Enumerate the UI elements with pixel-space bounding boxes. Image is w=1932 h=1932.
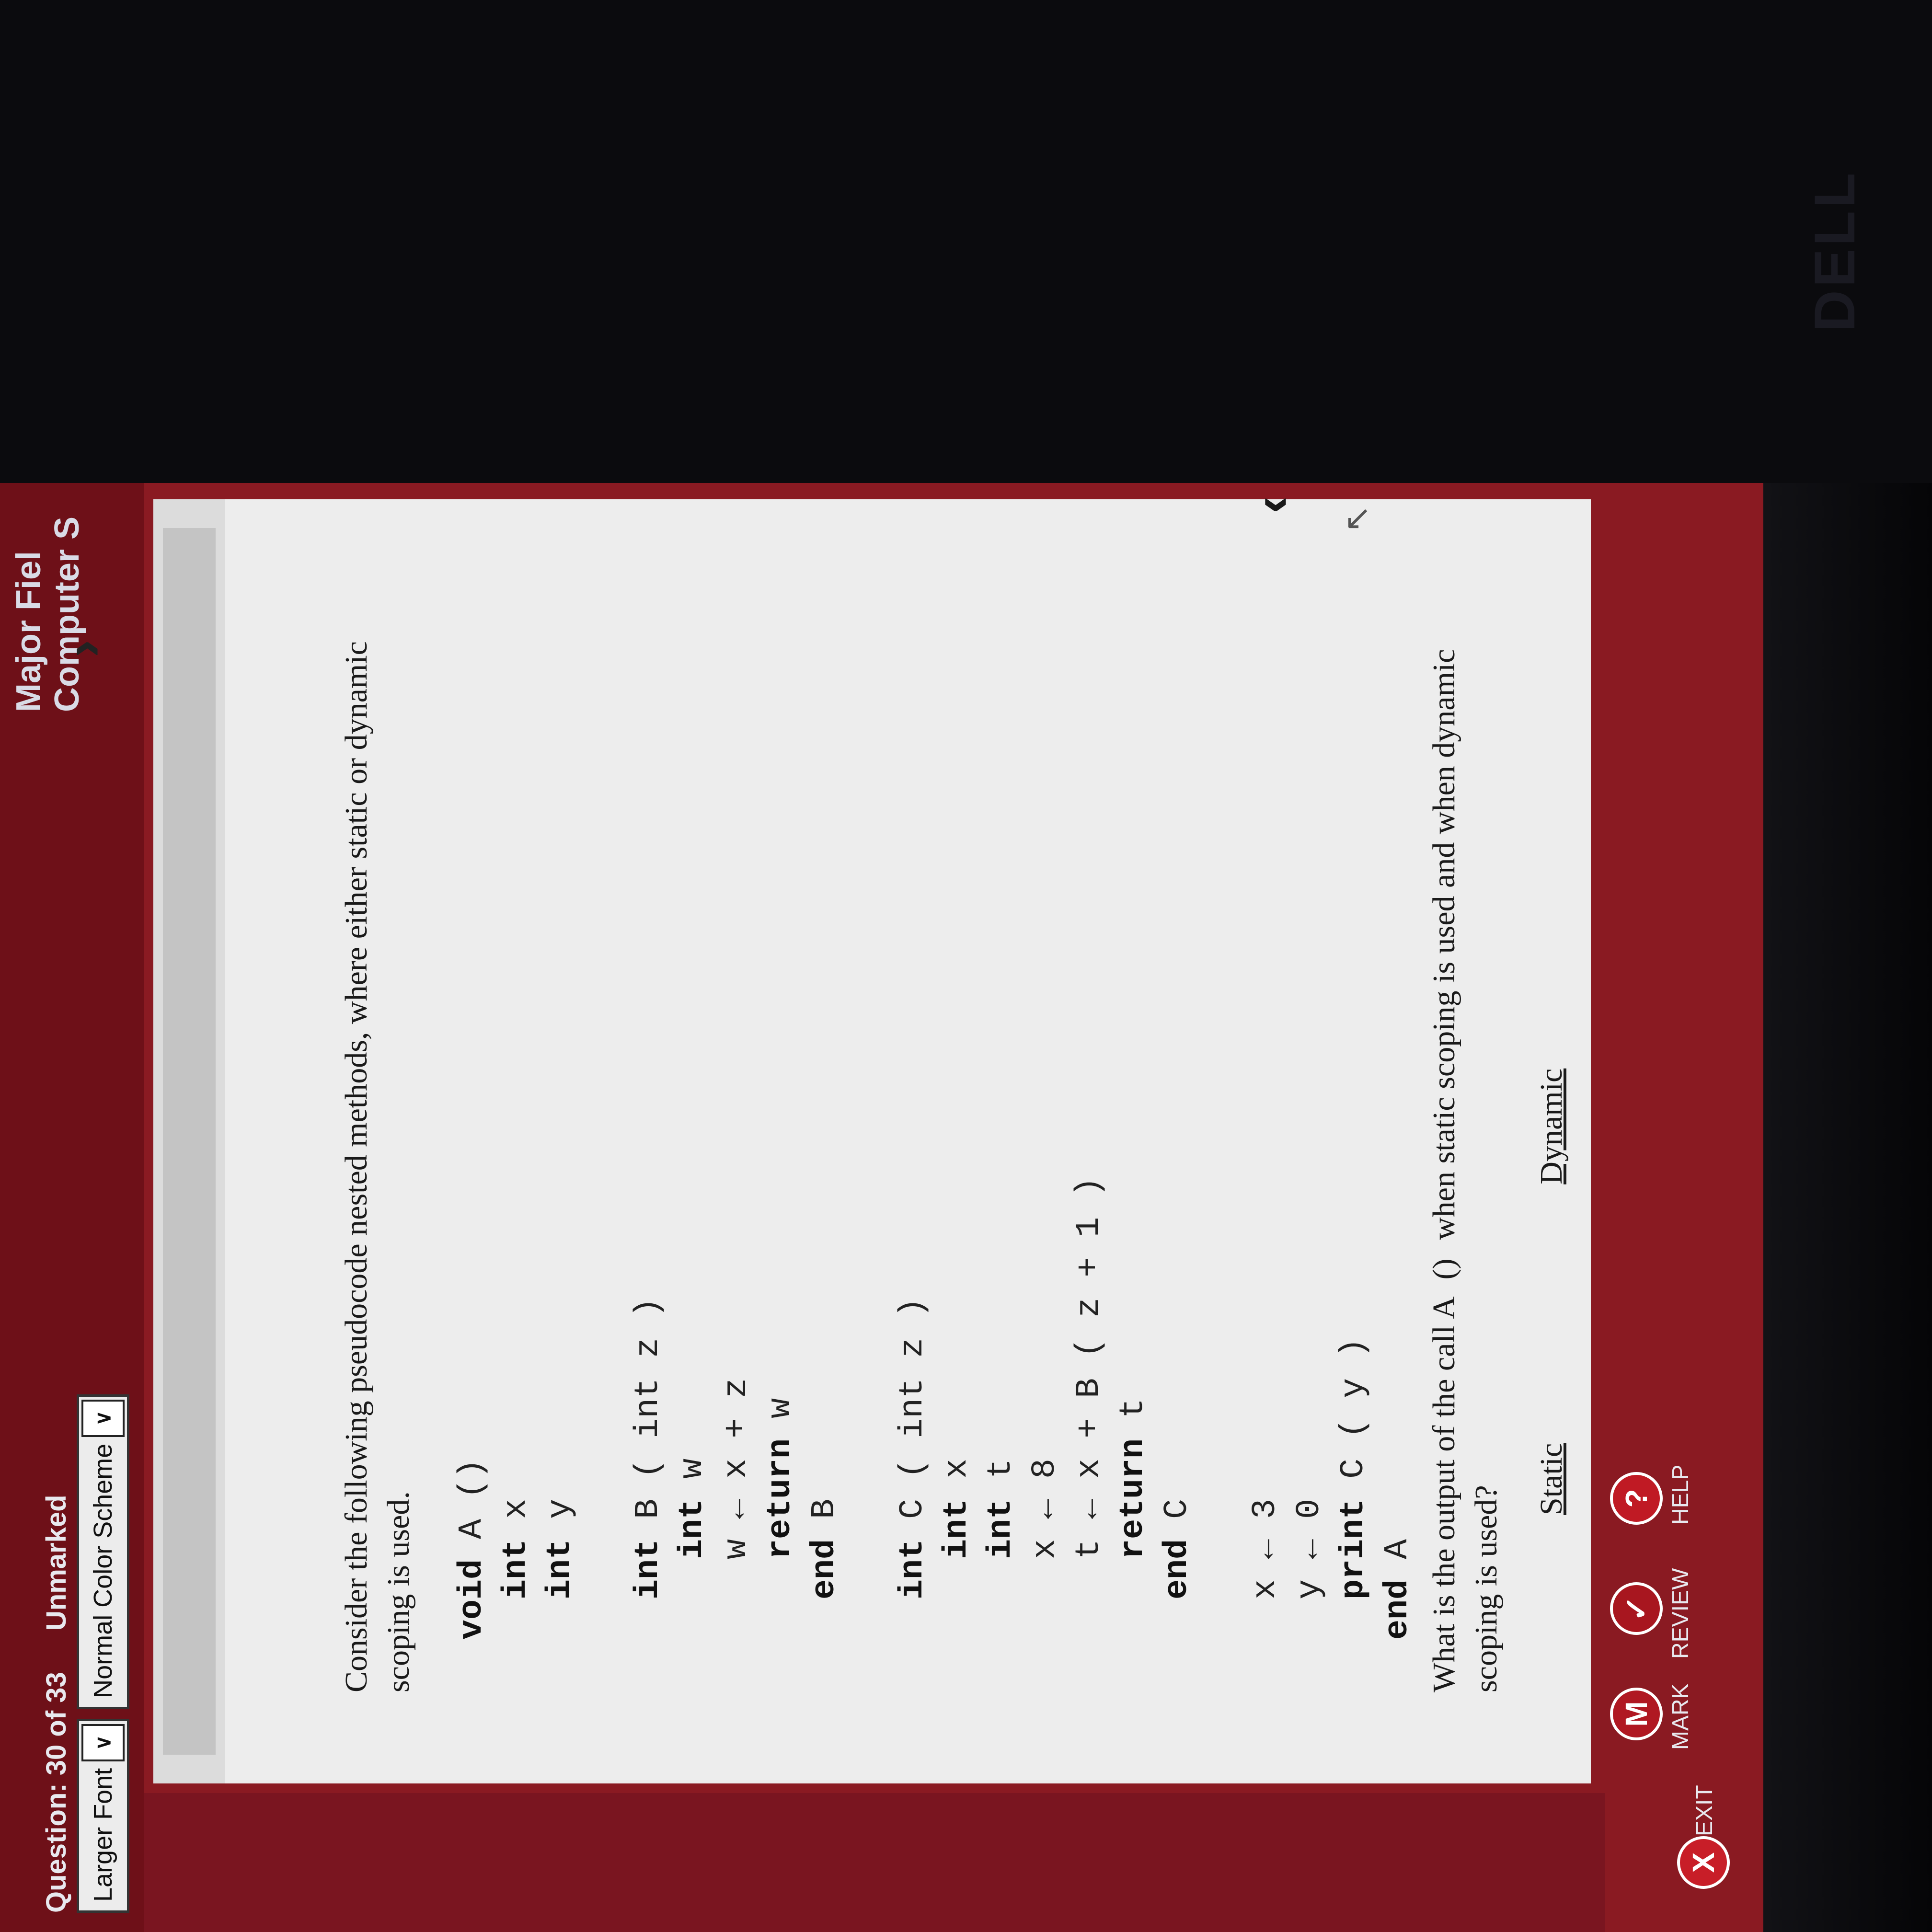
previous-question-button[interactable]: ‹: [1241, 496, 1302, 514]
mark-status: Unmarked: [41, 1495, 72, 1631]
code-line: int w: [671, 1177, 715, 1640]
code-text: C: [1159, 1498, 1196, 1539]
code-line: end A: [1376, 1177, 1420, 1640]
code-text: x: [938, 1458, 976, 1499]
code-line: return t: [1112, 1177, 1156, 1640]
code-keyword: void: [453, 1559, 491, 1640]
code-keyword: end: [1379, 1579, 1417, 1640]
review-label: REVIEW: [1668, 1568, 1693, 1659]
code-line: int C ( int z ): [891, 1177, 935, 1640]
code-text: y: [541, 1498, 579, 1539]
code-keyword: return: [762, 1438, 800, 1640]
monitor-bezel: DELL: [1763, 170, 1932, 1932]
prompt-part1: What is the output of the call A: [1426, 1298, 1461, 1692]
mouse-cursor-icon: ↖: [1338, 505, 1375, 533]
review-button[interactable]: ✓: [1610, 1582, 1663, 1635]
code-line: int y: [539, 1177, 583, 1640]
exit-label: EXIT: [1692, 1785, 1717, 1836]
code-text: y ← 0: [1291, 1498, 1329, 1640]
exam-title-line2: Computer S: [48, 517, 86, 713]
help-label: HELP: [1668, 1464, 1693, 1525]
static-column-header: Static: [1534, 1443, 1569, 1515]
code-keyword: int: [982, 1498, 1020, 1640]
code-line: t ← x + B ( z + 1 ): [1068, 1177, 1112, 1640]
code-line: void A (): [450, 1177, 494, 1640]
header-bar: Question: 30 of 33 Unmarked Major Fiel C…: [0, 483, 144, 1932]
answer-columns: Static Dynamic: [1533, 1069, 1570, 1515]
code-keyword: print: [1335, 1498, 1373, 1640]
code-line: print C ( y ): [1332, 1177, 1376, 1640]
question-counter: Question: 30 of 33: [41, 1672, 72, 1913]
mark-button[interactable]: M: [1610, 1688, 1663, 1740]
question-prompt: What is the output of the call A () when…: [1423, 590, 1507, 1692]
code-line: int x: [935, 1177, 979, 1640]
code-text: A (): [453, 1458, 491, 1559]
code-text: x ← 3: [1247, 1498, 1285, 1640]
larger-font-dropdown[interactable]: Larger Font ∨: [77, 1718, 129, 1913]
chevron-down-icon[interactable]: ∨: [81, 1399, 125, 1437]
code-keyword: int: [630, 1539, 667, 1640]
code-text: C ( int z ): [894, 1297, 932, 1539]
code-text: t: [982, 1458, 1020, 1499]
exam-title: Major Fiel Computer S: [10, 517, 86, 712]
code-keyword: return: [1115, 1438, 1152, 1640]
code-line: w ← x + z: [715, 1177, 759, 1640]
code-line: y ← 0: [1288, 1177, 1332, 1640]
code-line: x ← 3: [1244, 1177, 1288, 1640]
exit-button[interactable]: X: [1677, 1836, 1730, 1889]
question-status: Question: 30 of 33 Unmarked: [40, 1461, 72, 1913]
code-text: C ( y ): [1335, 1337, 1373, 1499]
code-keyword: int: [674, 1498, 712, 1640]
next-question-button[interactable]: ›: [53, 640, 114, 657]
code-line: int x: [494, 1177, 539, 1640]
monitor-logo: DELL: [1803, 170, 1867, 332]
dynamic-column-header: Dynamic: [1534, 1068, 1569, 1184]
code-line: int B ( int z ): [627, 1177, 671, 1640]
code-keyword: end: [806, 1539, 844, 1640]
horizontal-scrollbar[interactable]: [153, 499, 225, 1783]
larger-font-label: Larger Font: [89, 1768, 117, 1902]
exam-title-line1: Major Fiel: [10, 551, 48, 713]
scrollbar-thumb[interactable]: [163, 528, 216, 1755]
monitor-view: Question: 30 of 33 Unmarked Major Fiel C…: [0, 170, 1932, 1932]
code-line: end B: [803, 1177, 847, 1640]
code-keyword: int: [938, 1498, 976, 1640]
code-keyword: int: [894, 1539, 932, 1640]
code-text: w: [674, 1458, 712, 1499]
code-keyword: end: [1159, 1539, 1196, 1640]
help-button[interactable]: ?: [1610, 1472, 1663, 1525]
code-text: t ← x + B ( z + 1 ): [1070, 1176, 1108, 1640]
chevron-down-icon[interactable]: ∨: [81, 1724, 125, 1761]
toolbar: Larger Font ∨ Normal Color Scheme ∨: [77, 1394, 129, 1913]
code-keyword: int: [541, 1539, 579, 1640]
mark-label: MARK: [1668, 1683, 1693, 1750]
code-line: int t: [979, 1177, 1024, 1640]
code-text: x: [497, 1498, 535, 1539]
question-panel: Consider the following pseudocode nested…: [153, 499, 1591, 1783]
code-text: x ← 8: [1026, 1458, 1064, 1640]
exam-window: Question: 30 of 33 Unmarked Major Fiel C…: [0, 483, 1763, 1932]
color-scheme-label: Normal Color Scheme: [89, 1443, 117, 1698]
code-text: w ← x + z: [718, 1378, 756, 1640]
code-text: w: [762, 1398, 800, 1438]
code-text: B ( int z ): [630, 1297, 667, 1539]
code-text: B: [806, 1498, 844, 1539]
navigation-strip: X EXIT: [144, 1785, 1730, 1932]
code-line: end C: [1156, 1177, 1200, 1640]
code-text: t: [1115, 1398, 1152, 1438]
code-line: x ← 8: [1024, 1177, 1068, 1640]
color-scheme-dropdown[interactable]: Normal Color Scheme ∨: [77, 1394, 129, 1709]
pseudocode-block: void A () int x int y int B ( int z ) in…: [450, 1177, 1420, 1640]
prompt-call-parens: (): [1426, 1258, 1461, 1280]
code-text: A: [1379, 1539, 1417, 1579]
code-keyword: int: [497, 1539, 535, 1640]
code-line: return w: [759, 1177, 803, 1640]
question-intro: Consider the following pseudocode nested…: [339, 641, 416, 1692]
